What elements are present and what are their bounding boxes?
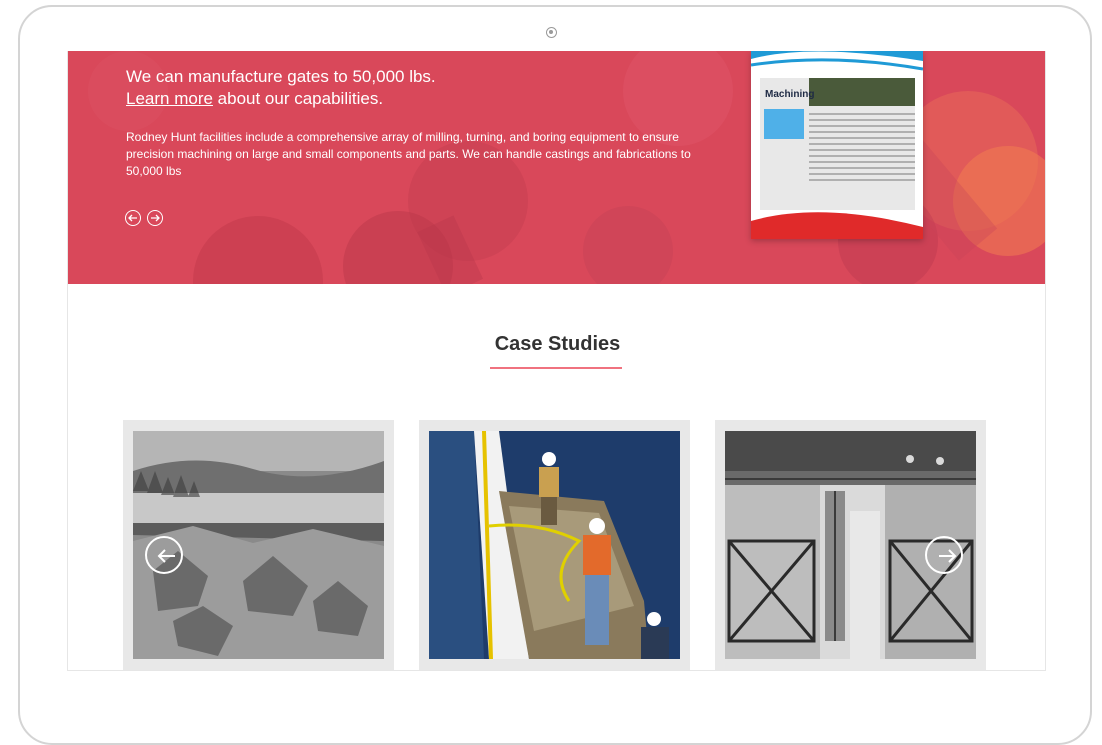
brochure-title: Machining	[765, 89, 815, 100]
case-study-card-1[interactable]	[123, 420, 394, 670]
hero-link-suffix: about our capabilities.	[212, 89, 384, 108]
hero-banner: We can manufacture gates to 50,000 lbs. …	[68, 51, 1045, 284]
hero-headline-text: We can manufacture gates to 50,000 lbs.	[126, 67, 436, 86]
case-studies-heading: Case Studies	[494, 333, 621, 355]
heading-underline	[490, 367, 622, 369]
brochure-sidebar-box	[764, 109, 804, 139]
brochure-photo	[809, 78, 915, 106]
machining-brochure-thumbnail[interactable]: Machining	[751, 51, 923, 239]
hero-description: Rodney Hunt facilities include a compreh…	[126, 130, 691, 178]
arrow-right-circle-icon[interactable]	[147, 210, 163, 226]
hero-carousel-controls	[125, 210, 163, 226]
brochure-text-lines	[809, 109, 915, 185]
hero-headline: We can manufacture gates to 50,000 lbs. …	[126, 66, 436, 110]
camera-icon	[546, 27, 557, 38]
arrow-left-circle-icon[interactable]	[145, 536, 183, 574]
learn-more-link[interactable]: Learn more	[126, 89, 213, 108]
case-study-card-2[interactable]	[419, 420, 690, 670]
website-screen: We can manufacture gates to 50,000 lbs. …	[67, 51, 1046, 671]
arrow-right-circle-icon[interactable]	[925, 536, 963, 574]
case-study-card-3[interactable]	[715, 420, 986, 670]
arrow-left-circle-icon[interactable]	[125, 210, 141, 226]
case-study-photo-boat-workers	[429, 431, 680, 659]
